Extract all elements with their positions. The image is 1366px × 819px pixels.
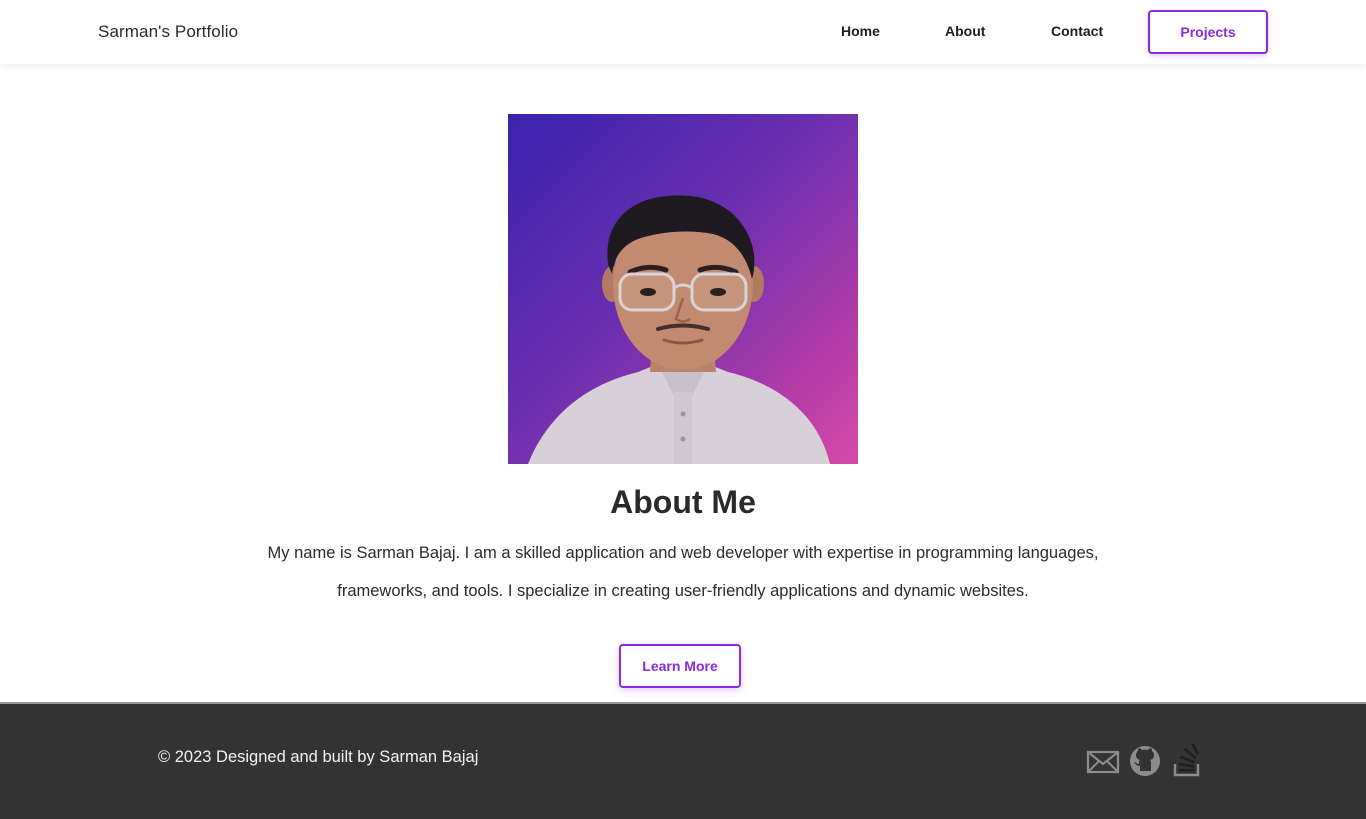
nav-contact-link[interactable]: Contact	[1051, 23, 1103, 39]
nav-home-link[interactable]: Home	[841, 23, 880, 39]
nav-projects-button[interactable]: Projects	[1148, 10, 1268, 54]
mail-icon[interactable]	[1086, 744, 1120, 778]
copyright-text: © 2023 Designed and built by Sarman Baja…	[158, 748, 479, 766]
profile-photo-illustration	[528, 195, 830, 464]
about-section: About Me My name is Sarman Bajaj. I am a…	[0, 64, 1366, 702]
learn-more-button[interactable]: Learn More	[619, 644, 741, 688]
profile-photo	[508, 114, 858, 464]
site-header: Sarman's Portfolio Home About Contact Pr…	[0, 0, 1366, 64]
site-footer: © 2023 Designed and built by Sarman Baja…	[0, 702, 1366, 819]
stackoverflow-icon[interactable]	[1170, 744, 1204, 778]
nav-about-link[interactable]: About	[945, 23, 985, 39]
github-icon[interactable]	[1128, 744, 1162, 778]
brand-title[interactable]: Sarman's Portfolio	[98, 22, 238, 42]
about-title: About Me	[610, 484, 756, 520]
about-paragraph: My name is Sarman Bajaj. I am a skilled …	[267, 544, 1099, 600]
